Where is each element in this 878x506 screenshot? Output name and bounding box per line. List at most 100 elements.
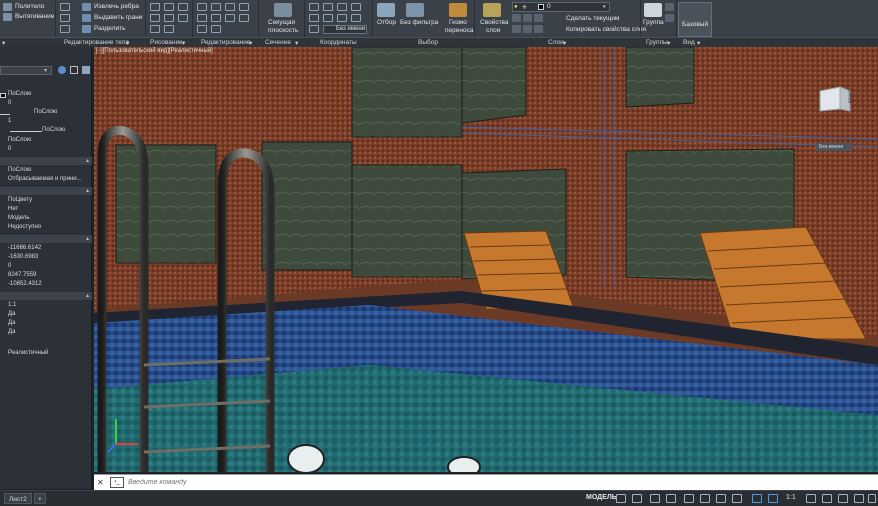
customize-menu-icon[interactable] bbox=[868, 494, 876, 503]
trim-icon[interactable] bbox=[225, 3, 235, 11]
prop-linetype-scale[interactable]: 1 bbox=[8, 118, 11, 124]
ucs-3point-icon[interactable] bbox=[337, 14, 347, 22]
prop-plot-style[interactable]: ПоЦвету bbox=[8, 197, 32, 203]
annotation-visibility-icon[interactable] bbox=[752, 494, 762, 503]
prop-center-z[interactable]: 0 bbox=[8, 263, 11, 269]
match-layer-button[interactable]: Копировать свойства слоя bbox=[566, 26, 646, 34]
close-icon[interactable]: ✕ bbox=[97, 478, 104, 487]
layer-tool-icon-4[interactable] bbox=[512, 25, 521, 33]
circle-icon[interactable] bbox=[178, 3, 188, 11]
panel-label-section[interactable]: Сечение bbox=[265, 39, 291, 46]
make-current-button[interactable]: Сделать текущим bbox=[566, 15, 619, 23]
prop-plot-style-table[interactable]: Нет bbox=[8, 206, 18, 212]
prop-ucs-icon-on[interactable]: Да bbox=[8, 311, 15, 317]
prop-material[interactable]: ПоСлою bbox=[8, 167, 31, 173]
ucs-x-icon[interactable] bbox=[337, 3, 347, 11]
ucs-world-icon[interactable] bbox=[323, 3, 333, 11]
extrude-faces-button[interactable]: Выдавить грани bbox=[94, 14, 143, 22]
panel-label-modify[interactable]: Редактирование bbox=[201, 39, 251, 46]
move-gizmo-button[interactable]: Гизмо bbox=[449, 19, 467, 27]
arc-icon[interactable] bbox=[164, 3, 174, 11]
prop-shadow-display[interactable]: Отбрасываемая и прини... bbox=[8, 176, 82, 182]
culling-button[interactable]: Отбор bbox=[377, 19, 396, 27]
prop-height[interactable]: 8247.7559 bbox=[8, 272, 36, 278]
panel-label-selection[interactable]: Выбор bbox=[418, 39, 438, 46]
polyline-icon[interactable] bbox=[150, 3, 160, 11]
ucs-icon[interactable] bbox=[309, 3, 319, 11]
layer-tool-icon-2[interactable] bbox=[523, 14, 532, 22]
model-viewport[interactable]: [–][Пользовательский вид][Реалистичный] bbox=[94, 47, 878, 472]
move-icon[interactable] bbox=[197, 3, 207, 11]
otrack-icon[interactable] bbox=[700, 494, 710, 503]
transparency-icon[interactable] bbox=[732, 494, 742, 503]
snap-icon[interactable] bbox=[632, 494, 642, 503]
ortho-icon[interactable] bbox=[650, 494, 660, 503]
command-prompt-icon[interactable]: ›_ bbox=[110, 477, 124, 488]
group-edit-icon[interactable] bbox=[665, 14, 674, 22]
extrude-button[interactable]: Вытягивание bbox=[15, 13, 54, 21]
fillet-icon[interactable] bbox=[197, 25, 207, 33]
prop-visual-style[interactable]: Реалистичный bbox=[8, 350, 48, 356]
prop-layer[interactable]: 0 bbox=[8, 100, 11, 106]
section-3d-visualization[interactable]: ▴ bbox=[0, 157, 92, 165]
annotation-scale[interactable]: 1:1 bbox=[786, 494, 796, 501]
layer-tool-icon[interactable] bbox=[512, 14, 521, 22]
layer-tool-icon-3[interactable] bbox=[534, 14, 543, 22]
rectangle-icon[interactable] bbox=[164, 14, 174, 22]
ucs-face-icon[interactable] bbox=[351, 14, 361, 22]
panel-label-coordinates[interactable]: Координаты bbox=[320, 39, 357, 46]
erase-icon[interactable] bbox=[211, 25, 221, 33]
solid-edit-icon-3[interactable] bbox=[60, 25, 70, 33]
polysolid-button[interactable]: Политело bbox=[15, 3, 44, 11]
polar-icon[interactable] bbox=[666, 494, 676, 503]
viewport-controls-label[interactable]: [–][Пользовательский вид][Реалистичный] bbox=[96, 48, 213, 54]
panel-label-layers[interactable]: Слои bbox=[548, 39, 564, 46]
prop-ucs-per-viewport[interactable]: Да bbox=[8, 329, 15, 335]
annotation-monitor-icon[interactable] bbox=[822, 494, 832, 503]
ucs-origin-icon[interactable] bbox=[309, 14, 319, 22]
prop-plot-table-attached[interactable]: Модель bbox=[8, 215, 30, 221]
mirror-icon[interactable] bbox=[239, 3, 249, 11]
line-icon[interactable] bbox=[150, 14, 160, 22]
array-icon[interactable] bbox=[239, 14, 249, 22]
separate-button[interactable]: Разделить bbox=[94, 25, 125, 33]
prop-ucs-at-origin[interactable]: Да bbox=[8, 320, 15, 326]
panel-label-view[interactable]: Вид bbox=[683, 39, 695, 46]
rotate-icon[interactable] bbox=[211, 3, 221, 11]
layer-properties-button[interactable]: Свойства bbox=[480, 19, 509, 27]
ucs-y-icon[interactable] bbox=[351, 3, 361, 11]
copy-icon[interactable] bbox=[197, 14, 207, 22]
auto-scale-icon[interactable] bbox=[768, 494, 778, 503]
section-plot-style[interactable]: ▴ bbox=[0, 187, 92, 195]
no-filter-button[interactable]: Без фильтра bbox=[400, 19, 438, 27]
clean-screen-icon[interactable] bbox=[854, 494, 864, 503]
section-misc[interactable]: ▴ bbox=[0, 292, 92, 300]
lineweight-icon[interactable] bbox=[716, 494, 726, 503]
stretch-icon[interactable] bbox=[211, 14, 221, 22]
prop-center-y[interactable]: -1630.6983 bbox=[8, 254, 38, 260]
quick-select-icon[interactable] bbox=[82, 66, 90, 74]
prop-lineweight[interactable]: ПоСлою bbox=[42, 127, 65, 133]
tab-layout2[interactable]: Лист2 bbox=[4, 493, 32, 504]
spline-icon[interactable] bbox=[164, 25, 174, 33]
extract-edges-button[interactable]: Извлечь ребра bbox=[94, 3, 139, 11]
isolate-objects-icon[interactable] bbox=[838, 494, 848, 503]
panel-label-groups[interactable]: Группы bbox=[646, 39, 668, 46]
ucs-view-icon[interactable] bbox=[309, 25, 319, 33]
prop-color[interactable]: ПоСлою bbox=[8, 91, 31, 97]
panel-label-draw[interactable]: Рисование bbox=[150, 39, 183, 46]
section-view[interactable]: ▴ bbox=[0, 235, 92, 243]
section-plane-button[interactable]: Секущая bbox=[268, 19, 295, 27]
prop-annotation-scale[interactable]: 1:1 bbox=[8, 302, 16, 308]
hatch-icon[interactable] bbox=[150, 25, 160, 33]
base-view-button[interactable]: Базовый bbox=[678, 2, 712, 37]
grid-icon[interactable] bbox=[616, 494, 626, 503]
select-objects-icon[interactable] bbox=[70, 66, 78, 74]
workspace-gear-icon[interactable] bbox=[806, 494, 816, 503]
toggle-pickadd-icon[interactable] bbox=[58, 66, 66, 74]
prop-transparency[interactable]: ПоСлою bbox=[8, 137, 31, 143]
add-layout-tab[interactable]: + bbox=[34, 493, 46, 504]
ungroup-icon[interactable] bbox=[665, 3, 674, 11]
panel-label-solid-editing[interactable]: Редактирование тела bbox=[64, 39, 129, 46]
osnap-icon[interactable] bbox=[684, 494, 694, 503]
